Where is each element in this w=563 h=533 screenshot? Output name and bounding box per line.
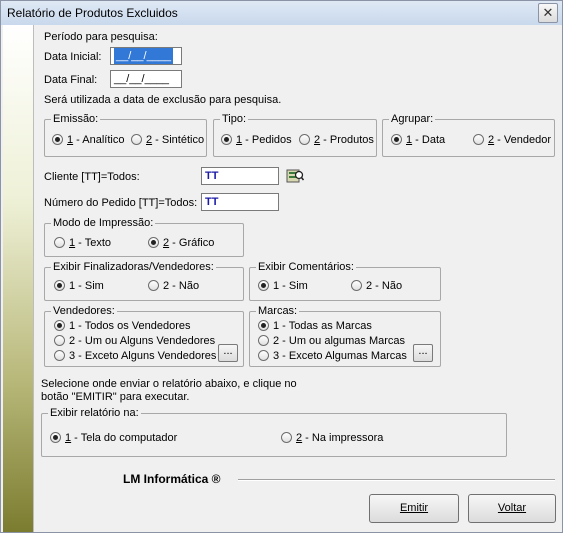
instrucao-line2: botão "EMITIR" para executar.	[41, 391, 190, 403]
emissao-analitico-radio[interactable]: 1 - Analítico	[52, 134, 124, 148]
emissao-analitico-label: - Analítico	[73, 134, 125, 146]
title-bar: Relatório de Produtos Excluidos ✕	[1, 1, 562, 25]
tipo-produtos-label: - Produtos	[320, 134, 374, 146]
tipo-legend: Tipo:	[222, 113, 247, 125]
voltar-button-label: Voltar	[497, 502, 527, 514]
cliente-value: TT	[205, 170, 219, 182]
tipo-pedidos-radio[interactable]: 1 - Pedidos	[221, 134, 292, 148]
voltar-button[interactable]: Voltar	[468, 494, 556, 523]
comentarios-nao-label: 2 - Não	[366, 280, 403, 292]
pedido-value: TT	[205, 196, 219, 208]
modo-grafico-radio[interactable]: 2 - Gráfico	[148, 237, 214, 251]
radio-checked-icon	[148, 237, 159, 248]
marcas-algumas-radio[interactable]: 2 - Um ou algumas Marcas	[258, 335, 405, 349]
data-final-value: __/__/____	[114, 73, 170, 85]
pedido-label: Número do Pedido [TT]=Todos:	[44, 197, 198, 209]
vendedores-alguns-radio[interactable]: 2 - Um ou Alguns Vendedores	[54, 335, 215, 349]
vendedores-exceto-label: 3 - Exceto Alguns Vendedores	[69, 350, 217, 362]
agrupar-vendedor-label: - Vendedor	[494, 134, 551, 146]
radio-unchecked-icon	[351, 280, 362, 291]
emitir-button[interactable]: Emitir	[369, 494, 459, 523]
cliente-label: Cliente [TT]=Todos:	[44, 171, 140, 183]
vendedores-legend: Vendedores:	[53, 305, 115, 317]
comentarios-nao-radio[interactable]: 2 - Não	[351, 280, 402, 294]
report-dialog: Relatório de Produtos Excluidos ✕ Períod…	[0, 0, 563, 533]
radio-unchecked-icon	[54, 335, 65, 346]
search-client-icon[interactable]	[286, 167, 304, 185]
finalizadoras-legend: Exibir Finalizadoras/Vendedores:	[53, 261, 214, 273]
data-inicial-label: Data Inicial:	[44, 51, 102, 63]
marcas-exceto-radio[interactable]: 3 - Exceto Algumas Marcas	[258, 350, 407, 364]
marcas-todas-label: 1 - Todas as Marcas	[273, 320, 372, 332]
finalizadoras-sim-label: 1 - Sim	[69, 280, 104, 292]
tipo-produtos-radio[interactable]: 2 - Produtos	[299, 134, 374, 148]
data-final-field[interactable]: __/__/____	[110, 70, 182, 88]
vendedores-select-button[interactable]: ...	[218, 344, 238, 362]
radio-unchecked-icon	[54, 237, 65, 248]
exibir-tela-radio[interactable]: 1 - Tela do computador	[50, 432, 177, 446]
modo-texto-label: - Texto	[75, 237, 111, 249]
comentarios-sim-label: 1 - Sim	[273, 280, 308, 292]
periodo-note: Será utilizada a data de exclusão para p…	[44, 94, 282, 106]
agrupar-data-label: - Data	[412, 134, 446, 146]
radio-unchecked-icon	[131, 134, 142, 145]
radio-unchecked-icon	[258, 350, 269, 361]
close-button[interactable]: ✕	[538, 3, 558, 23]
finalizadoras-nao-radio[interactable]: 2 - Não	[148, 280, 199, 294]
footer-divider	[238, 479, 555, 481]
emissao-sintetico-label: - Sintético	[152, 134, 205, 146]
exibir-tela-label: - Tela do computador	[71, 432, 178, 444]
exibir-impressora-radio[interactable]: 2 - Na impressora	[281, 432, 383, 446]
radio-unchecked-icon	[473, 134, 484, 145]
data-inicial-value: __/__/____	[114, 48, 174, 64]
radio-checked-icon	[221, 134, 232, 145]
radio-unchecked-icon	[148, 280, 159, 291]
pedido-field[interactable]: TT	[201, 193, 279, 211]
modo-grafico-label: - Gráfico	[169, 237, 215, 249]
vendedores-todos-label: 1 - Todos os Vendedores	[69, 320, 191, 332]
radio-checked-icon	[391, 134, 402, 145]
marcas-todas-radio[interactable]: 1 - Todas as Marcas	[258, 320, 372, 334]
periodo-label: Período para pesquisa:	[44, 31, 158, 43]
radio-checked-icon	[258, 320, 269, 331]
finalizadoras-sim-radio[interactable]: 1 - Sim	[54, 280, 104, 294]
marcas-exceto-label: 3 - Exceto Algumas Marcas	[273, 350, 407, 362]
radio-checked-icon	[54, 280, 65, 291]
comentarios-sim-radio[interactable]: 1 - Sim	[258, 280, 308, 294]
agrupar-vendedor-radio[interactable]: 2 - Vendedor	[473, 134, 551, 148]
radio-checked-icon	[54, 320, 65, 331]
radio-unchecked-icon	[54, 350, 65, 361]
radio-checked-icon	[258, 280, 269, 291]
vendedores-todos-radio[interactable]: 1 - Todos os Vendedores	[54, 320, 191, 334]
marcas-algumas-label: 2 - Um ou algumas Marcas	[273, 335, 406, 347]
radio-unchecked-icon	[258, 335, 269, 346]
decorative-side-bar	[3, 25, 34, 532]
vendedores-exceto-radio[interactable]: 3 - Exceto Alguns Vendedores	[54, 350, 216, 364]
radio-checked-icon	[50, 432, 61, 443]
vendedores-alguns-label: 2 - Um ou Alguns Vendedores	[69, 335, 216, 347]
radio-unchecked-icon	[281, 432, 292, 443]
modo-legend: Modo de Impressão:	[53, 217, 154, 229]
marcas-legend: Marcas:	[258, 305, 298, 317]
modo-texto-radio[interactable]: 1 - Texto	[54, 237, 111, 251]
agrupar-legend: Agrupar:	[391, 113, 434, 125]
comentarios-legend: Exibir Comentários:	[258, 261, 354, 273]
data-final-label: Data Final:	[44, 74, 98, 86]
exibir-legend: Exibir relatório na:	[50, 407, 139, 419]
agrupar-data-radio[interactable]: 1 - Data	[391, 134, 445, 148]
marcas-select-button[interactable]: ...	[413, 344, 433, 362]
emissao-sintetico-radio[interactable]: 2 - Sintético	[131, 134, 204, 148]
radio-checked-icon	[52, 134, 63, 145]
window-title: Relatório de Produtos Excluidos	[7, 6, 178, 20]
data-inicial-field[interactable]: __/__/____	[110, 47, 182, 65]
exibir-impressora-label: - Na impressora	[302, 432, 384, 444]
cliente-field[interactable]: TT	[201, 167, 279, 185]
brand-label: LM Informática ®	[123, 472, 221, 486]
emitir-button-label: Emitir	[399, 502, 429, 514]
finalizadoras-nao-label: 2 - Não	[163, 280, 200, 292]
tipo-pedidos-label: - Pedidos	[242, 134, 292, 146]
instrucao-line1: Selecione onde enviar o relatório abaixo…	[41, 378, 297, 390]
radio-unchecked-icon	[299, 134, 310, 145]
emissao-legend: Emissão:	[53, 113, 99, 125]
